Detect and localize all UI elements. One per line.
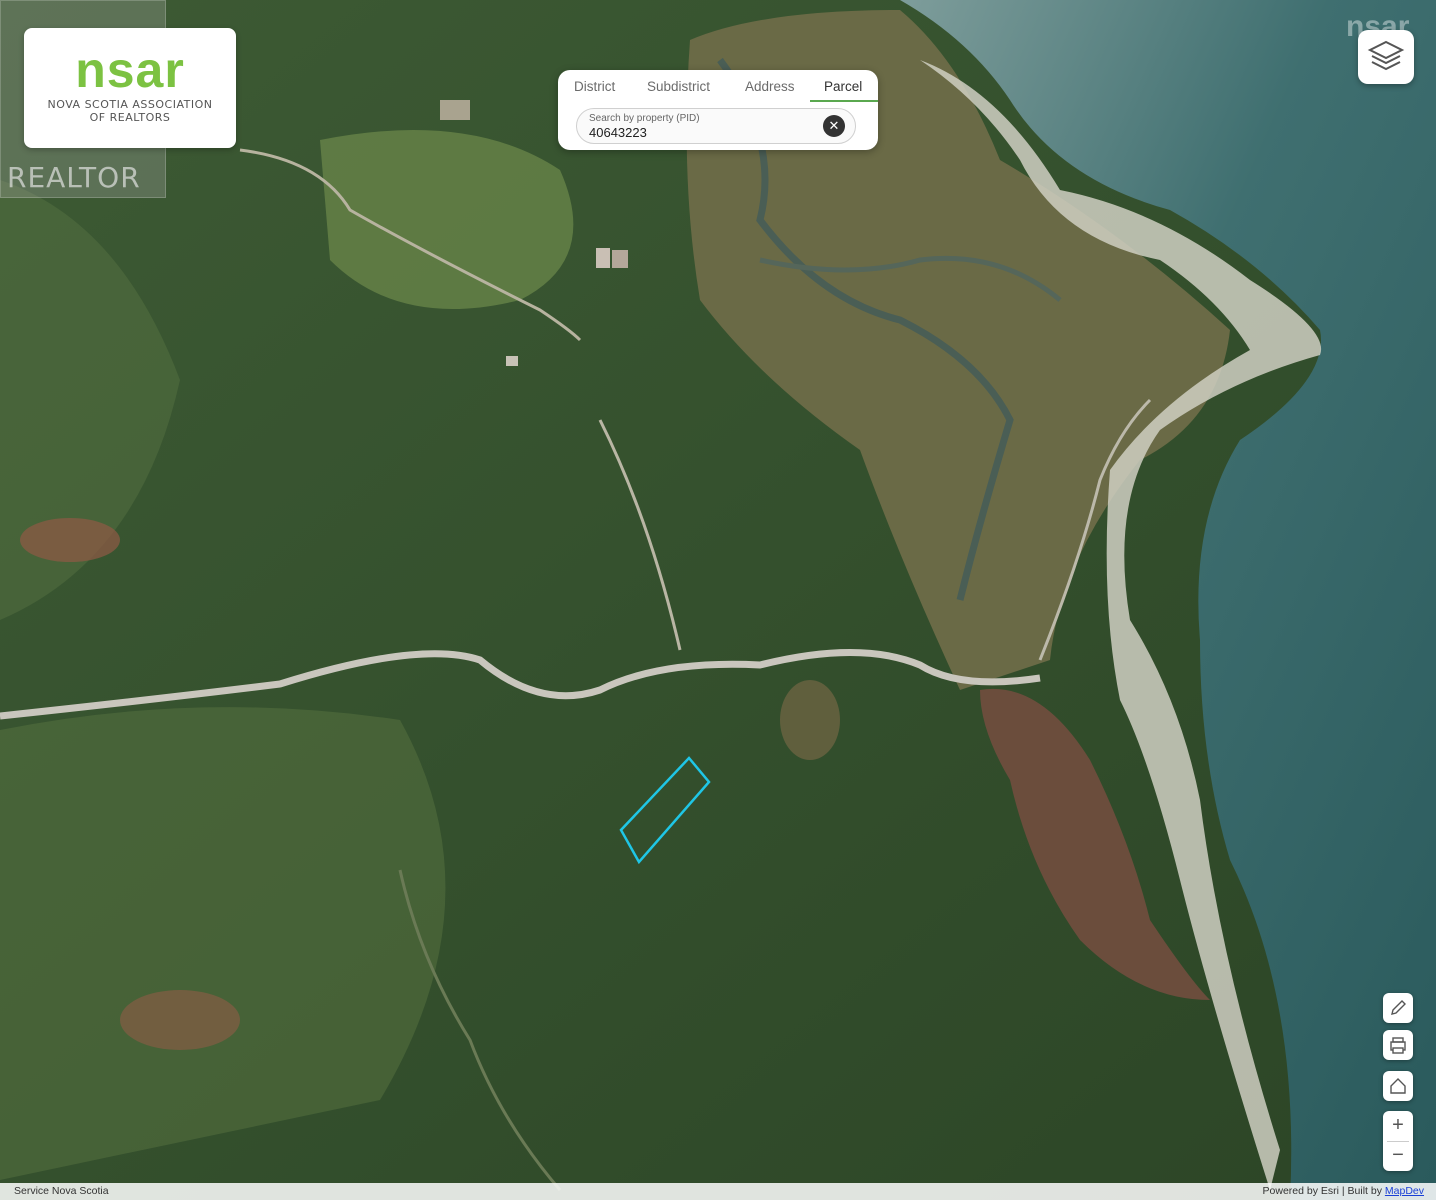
satellite-map[interactable] — [0, 0, 1436, 1200]
building — [596, 248, 610, 268]
attribution-bar: Service Nova Scotia Powered by Esri | Bu… — [0, 1183, 1436, 1200]
building — [506, 356, 518, 366]
building — [612, 250, 628, 268]
pid-search-input[interactable] — [589, 125, 809, 140]
draw-button[interactable] — [1383, 993, 1413, 1023]
printer-icon — [1390, 1037, 1406, 1054]
print-button[interactable] — [1383, 1030, 1413, 1060]
attribution-powered-by: Powered by Esri | Built by — [1262, 1185, 1382, 1197]
attribution-right: Powered by Esri | Built by MapDev — [1263, 1183, 1424, 1200]
active-tab-indicator — [810, 100, 878, 102]
search-placeholder-label: Search by property (PID) — [589, 113, 700, 124]
layers-button[interactable] — [1358, 30, 1414, 84]
logo-wordmark: nsar — [75, 42, 185, 98]
bog-patch — [780, 680, 840, 760]
tab-parcel[interactable]: Parcel — [824, 79, 862, 102]
logo-line-2: OF REALTORS — [89, 111, 171, 124]
search-panel: District Subdistrict Address Parcel Sear… — [558, 70, 878, 150]
pid-search-field[interactable]: Search by property (PID) ✕ — [576, 108, 856, 144]
bog-patch — [120, 990, 240, 1050]
layers-icon — [1367, 40, 1405, 71]
home-icon — [1390, 1078, 1406, 1094]
home-button[interactable] — [1383, 1071, 1413, 1101]
realtor-mark-text: REALTOR — [7, 161, 141, 194]
tab-subdistrict[interactable]: Subdistrict — [647, 79, 710, 102]
zoom-controls: + − — [1383, 1111, 1413, 1171]
mapdev-link[interactable]: MapDev — [1385, 1185, 1424, 1197]
logo-line-1: NOVA SCOTIA ASSOCIATION — [47, 98, 213, 111]
light-vegetation-patch — [320, 130, 574, 309]
pencil-icon — [1391, 1000, 1406, 1015]
bog-patch — [20, 518, 120, 562]
search-tabs: District Subdistrict Address Parcel — [558, 70, 878, 104]
close-circle-icon[interactable]: ✕ — [823, 115, 845, 137]
nsar-logo: nsar NOVA SCOTIA ASSOCIATION OF REALTORS — [24, 28, 236, 148]
attribution-left: Service Nova Scotia — [14, 1185, 109, 1197]
building — [440, 100, 470, 120]
tab-address[interactable]: Address — [745, 79, 795, 102]
tab-district[interactable]: District — [574, 79, 615, 102]
zoom-out-button[interactable]: − — [1383, 1141, 1413, 1171]
zoom-in-button[interactable]: + — [1383, 1111, 1413, 1141]
